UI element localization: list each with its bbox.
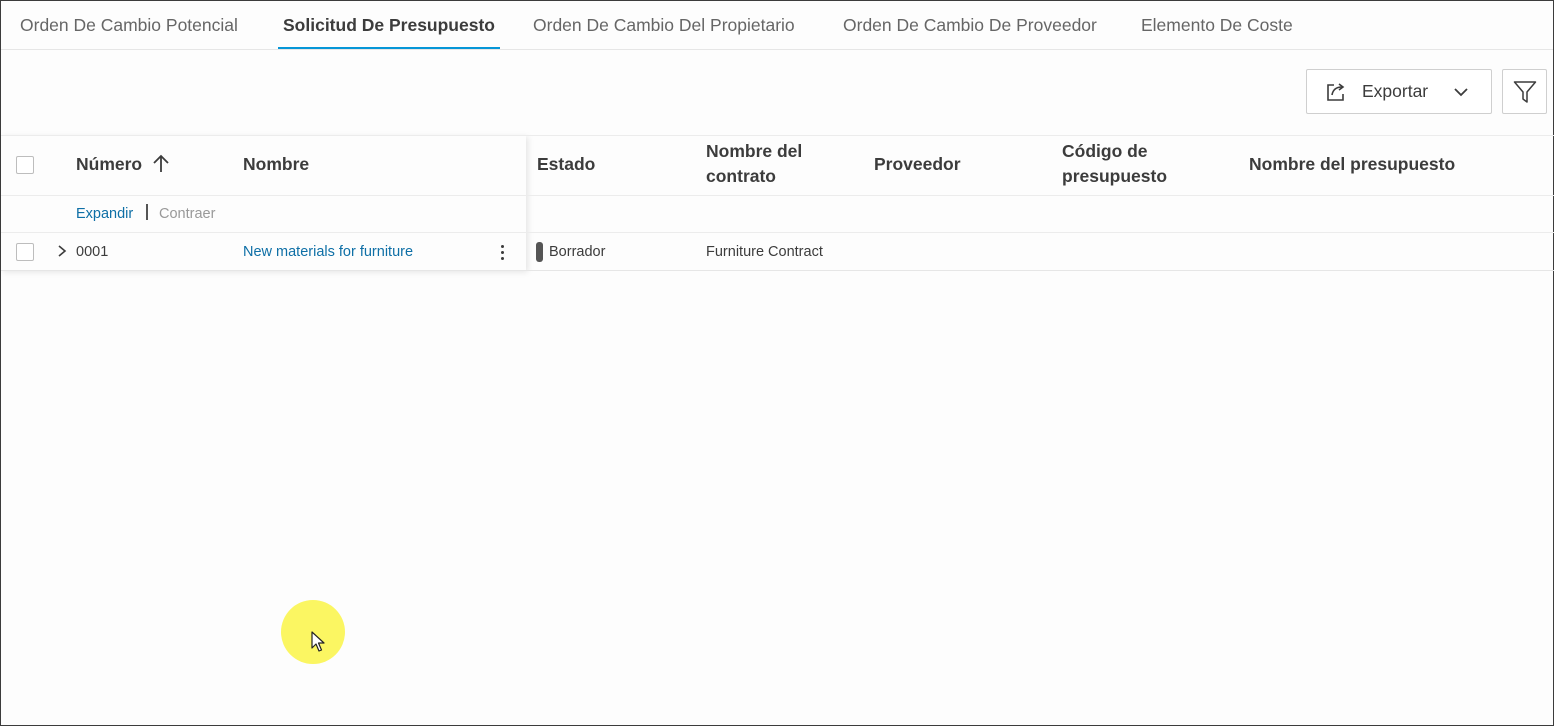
share-export-icon [1325, 81, 1347, 108]
column-header-contract-name[interactable]: Nombre del contrato [706, 139, 802, 189]
filter-button[interactable] [1502, 69, 1547, 114]
column-header-name[interactable]: Nombre [243, 152, 309, 177]
export-label: Exportar [1362, 81, 1429, 101]
column-header-number[interactable]: Número [76, 152, 142, 177]
column-header-contract-name-line1: Nombre del [706, 141, 803, 161]
row-checkbox[interactable] [16, 243, 34, 261]
tab-solicitud-de-presupuesto[interactable]: Solicitud De Presupuesto [278, 15, 500, 49]
select-all-checkbox[interactable] [16, 156, 34, 174]
expand-all-link[interactable]: Expandir [76, 206, 133, 222]
status-indicator [536, 242, 543, 262]
row-name-link[interactable]: New materials for furniture [243, 244, 413, 260]
column-header-budget-code-line1: Código de [1062, 141, 1148, 161]
column-header-budget-name[interactable]: Nombre del presupuesto [1249, 152, 1455, 177]
link-separator [146, 204, 148, 220]
tab-orden-de-cambio-potencial[interactable]: Orden De Cambio Potencial [20, 15, 238, 49]
tab-bar: Orden De Cambio Potencial Solicitud De P… [1, 1, 1553, 50]
mouse-pointer-icon [311, 631, 325, 658]
more-options-icon[interactable] [497, 243, 509, 261]
app-window: Orden De Cambio Potencial Solicitud De P… [0, 0, 1554, 726]
row-status: Borrador [549, 244, 606, 260]
column-header-contract-name-line2: contrato [706, 166, 776, 186]
row-contract-name: Furniture Contract [706, 244, 823, 260]
column-header-status[interactable]: Estado [537, 152, 595, 177]
tab-orden-de-cambio-del-propietario[interactable]: Orden De Cambio Del Propietario [533, 15, 795, 49]
tab-elemento-de-coste[interactable]: Elemento De Coste [1141, 15, 1293, 49]
chevron-right-icon[interactable] [56, 244, 68, 263]
chevron-down-icon [1453, 85, 1469, 103]
expand-collapse-row [1, 195, 1554, 233]
export-button[interactable]: Exportar [1306, 69, 1492, 114]
column-header-budget-code-line2: presupuesto [1062, 166, 1168, 186]
tab-orden-de-cambio-de-proveedor[interactable]: Orden De Cambio De Proveedor [843, 15, 1097, 49]
row-number: 0001 [76, 244, 109, 260]
collapse-all-link[interactable]: Contraer [159, 206, 215, 222]
sort-ascending-icon[interactable] [152, 154, 170, 179]
column-header-budget-code[interactable]: Código de presupuesto [1062, 139, 1167, 189]
funnel-icon [1513, 81, 1537, 103]
column-header-supplier[interactable]: Proveedor [874, 152, 961, 177]
